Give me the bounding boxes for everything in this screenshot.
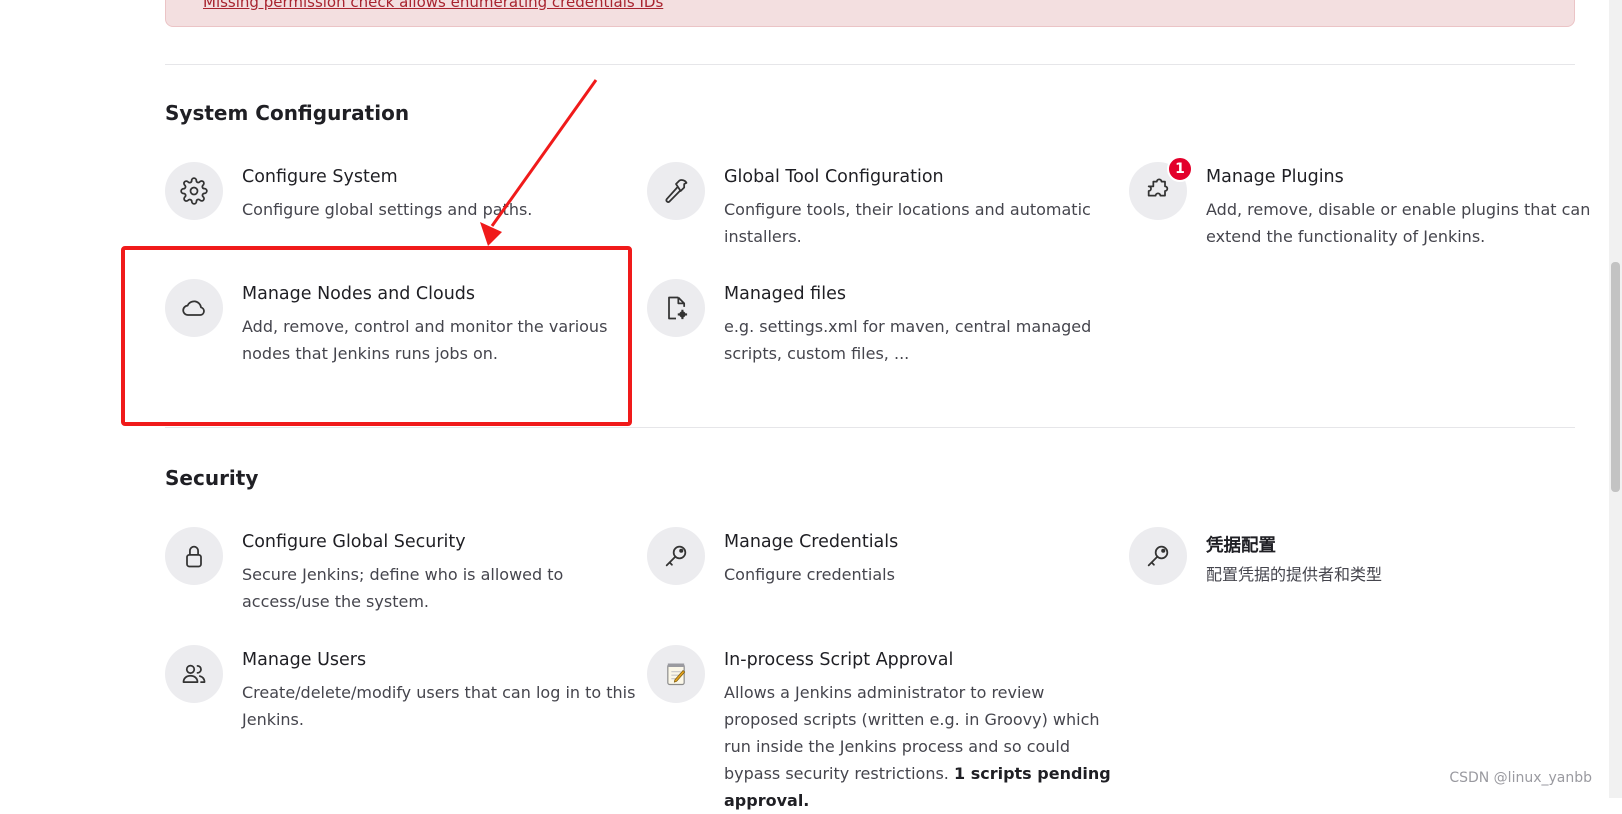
page-scrollbar[interactable] xyxy=(1609,0,1622,798)
file-gear-icon xyxy=(647,279,705,337)
item-title: Manage Credentials xyxy=(724,532,899,552)
item-description: Configure tools, their locations and aut… xyxy=(724,200,1091,246)
notepad-icon xyxy=(647,645,705,703)
annotation-arrow xyxy=(480,79,598,246)
item-description: Configure credentials xyxy=(724,565,895,584)
item-title: Manage Users xyxy=(242,650,367,670)
watermark: CSDN @linux_yanbb xyxy=(1449,770,1592,786)
users-icon xyxy=(165,645,223,703)
item-title: 凭据配置 xyxy=(1206,536,1276,556)
security-warning-link[interactable]: Missing permission check allows enumerat… xyxy=(203,0,663,11)
update-count-badge: 1 xyxy=(1167,156,1193,182)
item-description: Add, remove, disable or enable plugins t… xyxy=(1206,200,1591,246)
scrollbar-thumb[interactable] xyxy=(1611,262,1620,492)
section-divider xyxy=(165,64,1575,65)
gear-icon xyxy=(165,162,223,220)
hammer-icon xyxy=(647,162,705,220)
section-divider xyxy=(165,427,1575,428)
item-description: Allows a Jenkins administrator to review… xyxy=(724,679,1119,814)
item-title: Global Tool Configuration xyxy=(724,167,944,187)
item-title: Configure System xyxy=(242,167,398,187)
annotation-highlight-box xyxy=(121,246,632,426)
section-title-system-configuration: System Configuration xyxy=(165,101,410,125)
key-icon xyxy=(647,527,705,585)
key-icon xyxy=(1129,527,1187,585)
lock-icon xyxy=(165,527,223,585)
item-description: e.g. settings.xml for maven, central man… xyxy=(724,317,1092,363)
item-title: Configure Global Security xyxy=(242,532,466,552)
item-title: In-process Script Approval xyxy=(724,650,954,670)
item-description: Secure Jenkins; define who is allowed to… xyxy=(242,565,564,611)
security-warning-alert: Missing permission check allows enumerat… xyxy=(165,0,1575,27)
item-description: 配置凭据的提供者和类型 xyxy=(1206,565,1383,584)
item-description: Create/delete/modify users that can log … xyxy=(242,683,636,729)
item-title: Managed files xyxy=(724,284,846,304)
section-title-security: Security xyxy=(165,466,259,490)
item-title: Manage Plugins xyxy=(1206,167,1344,187)
